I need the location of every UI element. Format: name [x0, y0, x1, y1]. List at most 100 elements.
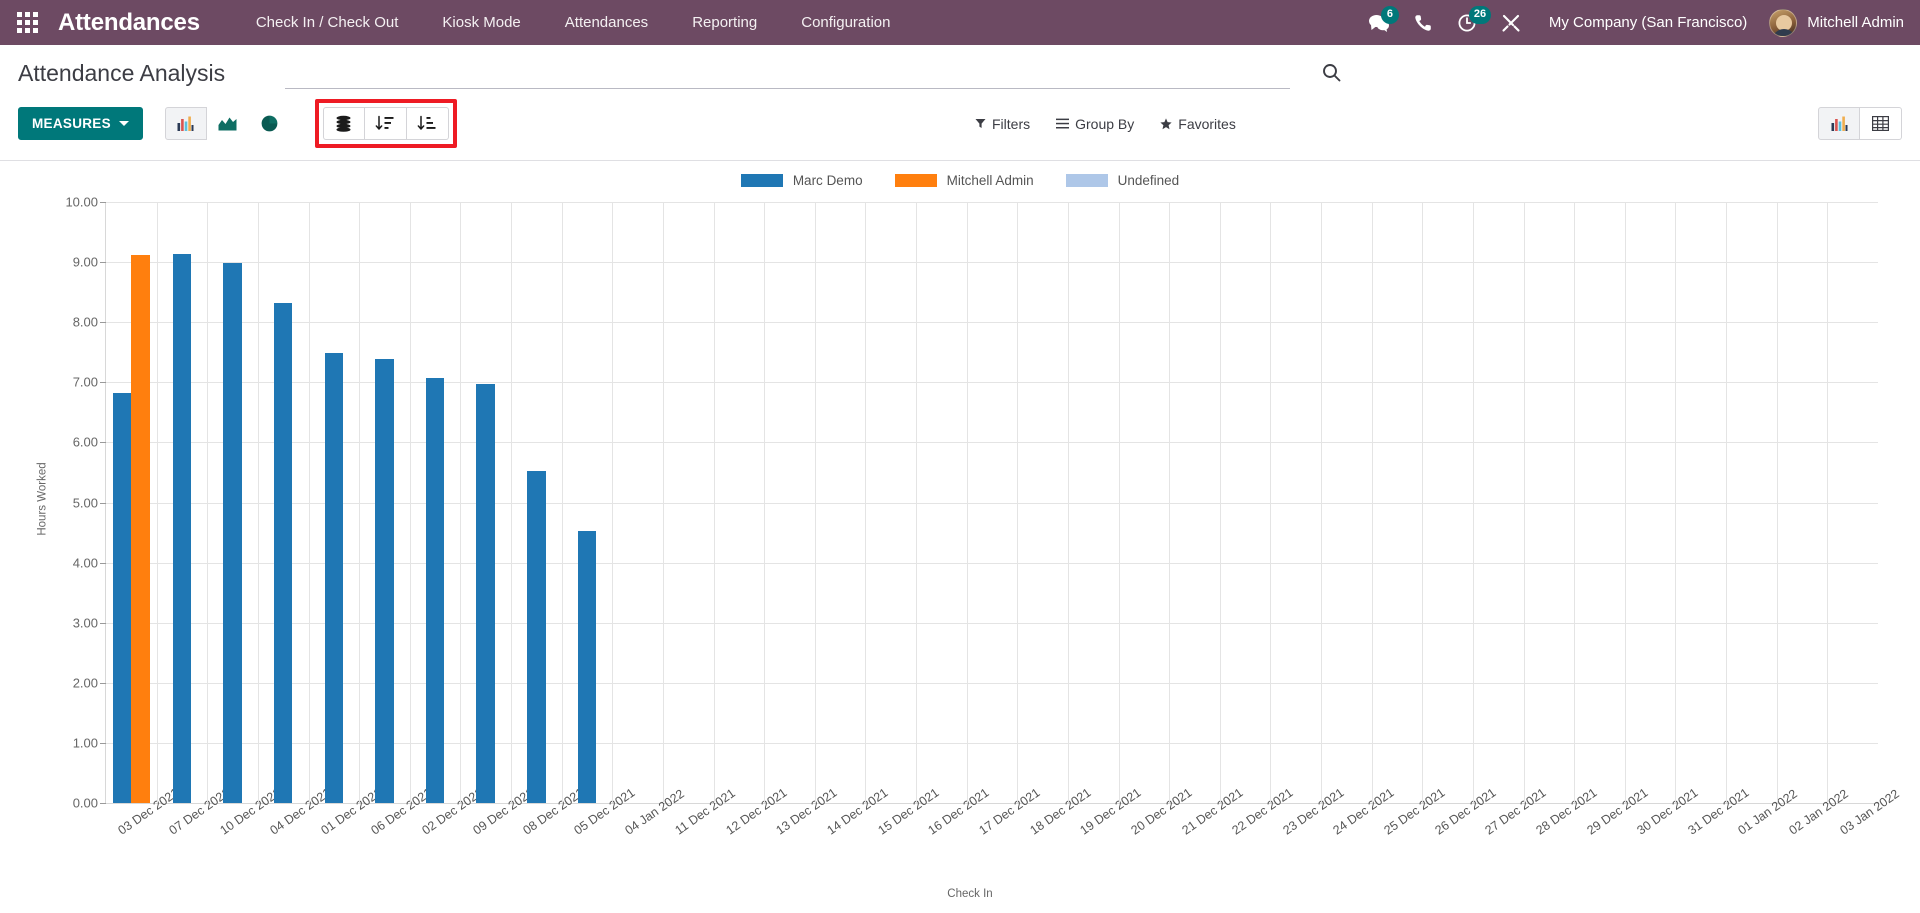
menu-item-configuration[interactable]: Configuration — [779, 0, 912, 45]
chart-bar[interactable] — [476, 384, 495, 803]
chart-bar[interactable] — [112, 393, 132, 803]
gridline-vertical — [156, 202, 158, 803]
chart-bar[interactable] — [324, 353, 344, 803]
graph-view: Marc Demo Mitchell Admin Undefined Hours W… — [0, 161, 1920, 913]
chart-bar[interactable] — [172, 254, 192, 803]
gridline-vertical — [814, 202, 816, 803]
y-axis-label: Hours Worked — [36, 462, 49, 536]
legend-item[interactable]: Marc Demo — [740, 173, 863, 188]
y-axis-tick: 2.00 — [72, 675, 98, 691]
chart-legend: Marc Demo Mitchell Admin Undefined — [0, 161, 1920, 188]
gridline-vertical — [1118, 202, 1120, 803]
gridline-vertical — [1827, 202, 1829, 803]
page-title: Attendance Analysis — [18, 60, 226, 86]
menu-item-reporting[interactable]: Reporting — [670, 0, 779, 45]
gridline-vertical — [1776, 202, 1778, 803]
gridline-vertical — [511, 202, 513, 803]
chart-bar[interactable] — [425, 377, 445, 803]
graph-view-icon[interactable] — [1818, 107, 1860, 140]
chart-plot-area: Hours Worked 0.00 1.00 2.00 3.00 4.00 5.00 6.0… — [30, 194, 1910, 901]
search-view[interactable] — [285, 59, 1341, 89]
sort-descending-icon[interactable] — [364, 107, 407, 140]
line-chart-icon[interactable] — [207, 107, 249, 140]
y-axis-tick: 3.00 — [72, 615, 98, 631]
filters-menu[interactable]: Filters — [975, 116, 1030, 132]
stacked-bars-icon[interactable] — [322, 107, 365, 140]
gridline-horizontal — [106, 742, 1878, 744]
gridline-vertical — [966, 202, 968, 803]
search-input[interactable] — [285, 60, 1291, 87]
pivot-view-icon[interactable] — [1860, 107, 1902, 140]
menu-item-attendances[interactable]: Attendances — [543, 0, 670, 45]
gridline-vertical — [1574, 202, 1576, 803]
legend-label: Undefined — [1117, 173, 1180, 188]
legend-item[interactable]: Mitchell Admin — [894, 173, 1034, 188]
y-axis-tick: 6.00 — [72, 434, 98, 450]
gridline-horizontal — [106, 442, 1878, 444]
y-axis-tickmark — [100, 442, 106, 444]
x-axis-label: Check In — [947, 888, 993, 900]
user-name: Mitchell Admin — [1807, 14, 1904, 31]
y-axis-tick: 8.00 — [72, 314, 98, 330]
sort-options-highlight — [314, 99, 457, 148]
chart-bar[interactable] — [223, 263, 242, 803]
star-icon — [1160, 117, 1172, 130]
chart-bar[interactable] — [273, 302, 293, 803]
gridline-vertical — [1726, 202, 1728, 803]
chat-bubble-icon[interactable]: 6 — [1357, 0, 1401, 45]
gridline-horizontal — [106, 622, 1878, 624]
activities-count-badge: 26 — [1468, 6, 1492, 24]
sort-ascending-icon[interactable] — [406, 107, 449, 140]
view-switcher — [1818, 107, 1902, 140]
y-axis-tickmark — [100, 322, 106, 324]
menu-item-check-in-check-out[interactable]: Check In / Check Out — [234, 0, 421, 45]
wrench-screwdriver-icon[interactable] — [1489, 0, 1533, 45]
gridline-vertical — [1321, 202, 1323, 803]
gridline-horizontal — [106, 382, 1878, 384]
chart-bar[interactable] — [375, 359, 394, 803]
chevron-down-icon — [118, 121, 129, 126]
group-by-label: Group By — [1075, 115, 1135, 132]
favorites-menu[interactable]: Favorites — [1160, 116, 1236, 132]
gridline-horizontal — [106, 262, 1878, 264]
pie-chart-icon[interactable] — [249, 107, 291, 140]
gridline-vertical — [1624, 202, 1626, 803]
gridline-vertical — [1067, 202, 1069, 803]
y-axis-tickmark — [100, 803, 106, 804]
search-icon[interactable] — [1316, 57, 1346, 87]
control-panel: Attendance Analysis MEASURES Filters Gro… — [0, 45, 1920, 161]
chart-bar[interactable] — [131, 254, 150, 803]
filter-icon — [975, 118, 986, 129]
legend-swatch — [1065, 174, 1108, 187]
chart-bar[interactable] — [577, 531, 597, 803]
gridline-vertical — [1371, 202, 1373, 803]
y-axis-tick: 9.00 — [72, 254, 98, 270]
group-by-menu[interactable]: Group By — [1056, 116, 1134, 132]
measures-button[interactable]: MEASURES — [18, 107, 143, 140]
phone-icon[interactable] — [1401, 0, 1445, 45]
apps-grid-icon[interactable] — [10, 6, 44, 40]
legend-label: Mitchell Admin — [946, 173, 1034, 188]
chart-grid: 0.00 1.00 2.00 3.00 4.00 5.00 6.00 7.00 8.00 9.00… — [65, 195, 1901, 838]
legend-item[interactable]: Undefined — [1065, 173, 1180, 188]
gridline-horizontal — [106, 562, 1878, 564]
chart-type-button-group — [164, 107, 291, 140]
gridline-vertical — [561, 202, 563, 803]
measures-label: MEASURES — [32, 116, 111, 131]
sort-button-group — [322, 107, 449, 140]
gridline-vertical — [1523, 202, 1525, 803]
company-switcher[interactable]: My Company (San Francisco) — [1533, 14, 1763, 31]
user-menu[interactable]: Mitchell Admin — [1763, 8, 1904, 37]
chart-bar[interactable] — [527, 471, 546, 803]
y-axis-tickmark — [100, 262, 106, 264]
app-brand[interactable]: Attendances — [58, 9, 200, 37]
menu-item-kiosk-mode[interactable]: Kiosk Mode — [420, 0, 542, 45]
y-axis-tick: 4.00 — [72, 555, 98, 571]
main-menu: Check In / Check Out Kiosk Mode Attendan… — [234, 0, 913, 45]
y-axis-tickmark — [100, 682, 106, 684]
bar-chart-icon[interactable] — [164, 107, 207, 140]
y-axis-tick: 0.00 — [72, 795, 98, 811]
gridline-vertical — [1017, 202, 1019, 803]
gridline-vertical — [1422, 202, 1424, 803]
clock-icon[interactable]: 26 — [1445, 0, 1492, 45]
